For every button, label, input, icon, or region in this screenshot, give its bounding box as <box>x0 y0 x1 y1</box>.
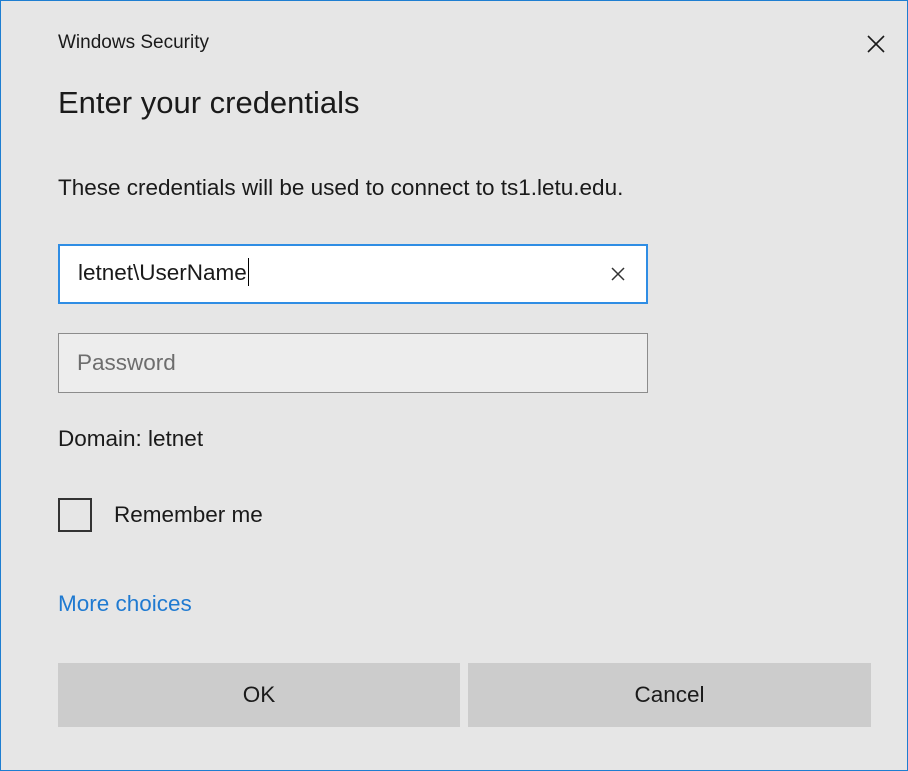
dialog-description: These credentials will be used to connec… <box>58 175 624 200</box>
domain-label: Domain: letnet <box>58 426 204 451</box>
dialog-heading: Enter your credentials <box>58 85 360 120</box>
close-icon <box>611 267 625 281</box>
credentials-dialog: Windows Security Enter your credentials … <box>0 0 908 771</box>
password-field[interactable]: Password <box>58 333 648 393</box>
window-title: Windows Security <box>58 32 209 53</box>
clear-username-button[interactable] <box>596 252 640 296</box>
ok-button[interactable]: OK <box>58 663 460 727</box>
remember-me-checkbox[interactable]: Remember me <box>58 498 263 532</box>
close-icon <box>867 35 885 53</box>
password-placeholder[interactable]: Password <box>59 350 647 376</box>
remember-me-label[interactable]: Remember me <box>114 502 263 528</box>
more-choices-link[interactable]: More choices <box>58 591 192 617</box>
username-field[interactable]: letnet\UserName <box>58 244 648 304</box>
cancel-button[interactable]: Cancel <box>468 663 871 727</box>
username-value: letnet\UserName <box>78 259 247 285</box>
text-caret <box>247 258 250 287</box>
close-button[interactable] <box>859 27 893 61</box>
checkbox-box[interactable] <box>58 498 92 532</box>
username-input[interactable]: letnet\UserName <box>60 258 596 288</box>
